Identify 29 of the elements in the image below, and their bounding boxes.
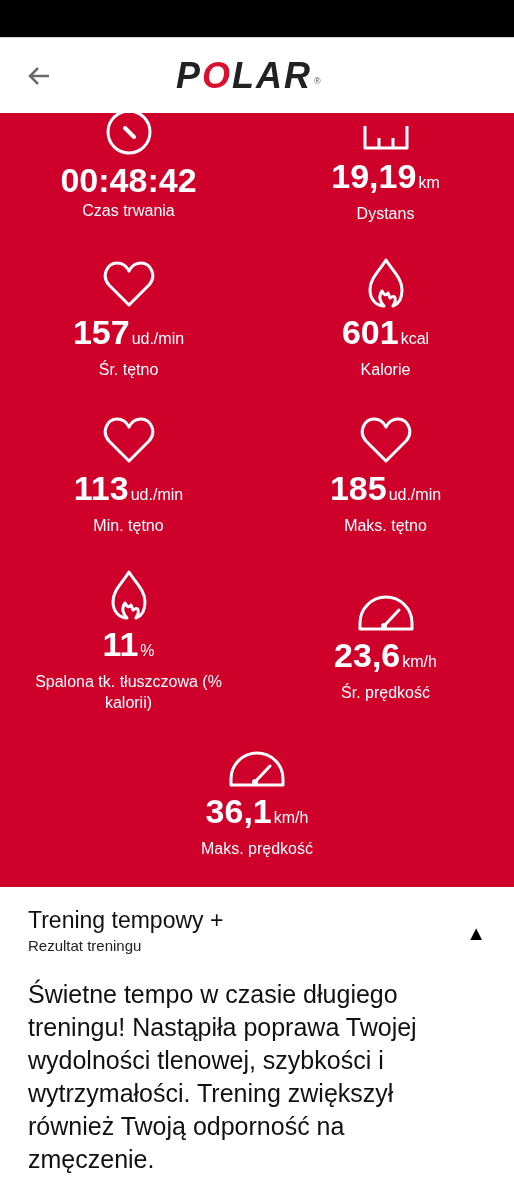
metric-label: Czas trwania	[82, 200, 175, 221]
speedometer-icon	[228, 749, 286, 787]
result-title: Trening tempowy +	[28, 906, 224, 934]
collapse-toggle[interactable]: ▲	[466, 918, 486, 948]
metric-value: 157ud./min	[72, 312, 185, 353]
metric-value: 11%	[102, 624, 155, 665]
metric-value: 19,19 km	[331, 156, 440, 197]
metric-label: Śr. tętno	[98, 359, 159, 380]
metric-label: Min. tętno	[93, 516, 164, 536]
heart-icon	[102, 260, 155, 308]
heart-icon	[102, 416, 155, 464]
heart-icon	[359, 416, 412, 464]
metric-label: Spalona tk. tłuszczowa (% kalorii)	[34, 672, 223, 713]
result-description: Świetne tempo w czasie długiego treningu! Nastąpiła poprawa Twojej wydolności tlenowej, szybkości i wytrzymałości. Trening zwiększył również Twoją odporność na zmęczenie.	[28, 978, 418, 1175]
metric-value: 185ud./min	[329, 468, 442, 509]
logo: POLAR	[176, 56, 313, 96]
registered-mark: ®	[314, 74, 321, 88]
metric-value: 36,1km/h	[205, 791, 309, 832]
stopwatch-icon	[104, 113, 153, 156]
metric-label: Maks. tętno	[344, 516, 427, 536]
metric-value: 113ud./min	[73, 468, 184, 509]
result-subtitle: Rezultat treningu	[28, 936, 143, 956]
metric-value: 23,6 km/h	[334, 634, 437, 676]
metric-value: 00:48:42	[60, 159, 197, 200]
metric-label: Maks. prędkość	[200, 839, 313, 859]
metric-label: Dystans	[356, 204, 415, 224]
metric-label: Kalorie	[360, 360, 411, 380]
metric-value: 601kcal	[341, 312, 430, 353]
metric-label: Śr. prędkość	[341, 682, 430, 703]
